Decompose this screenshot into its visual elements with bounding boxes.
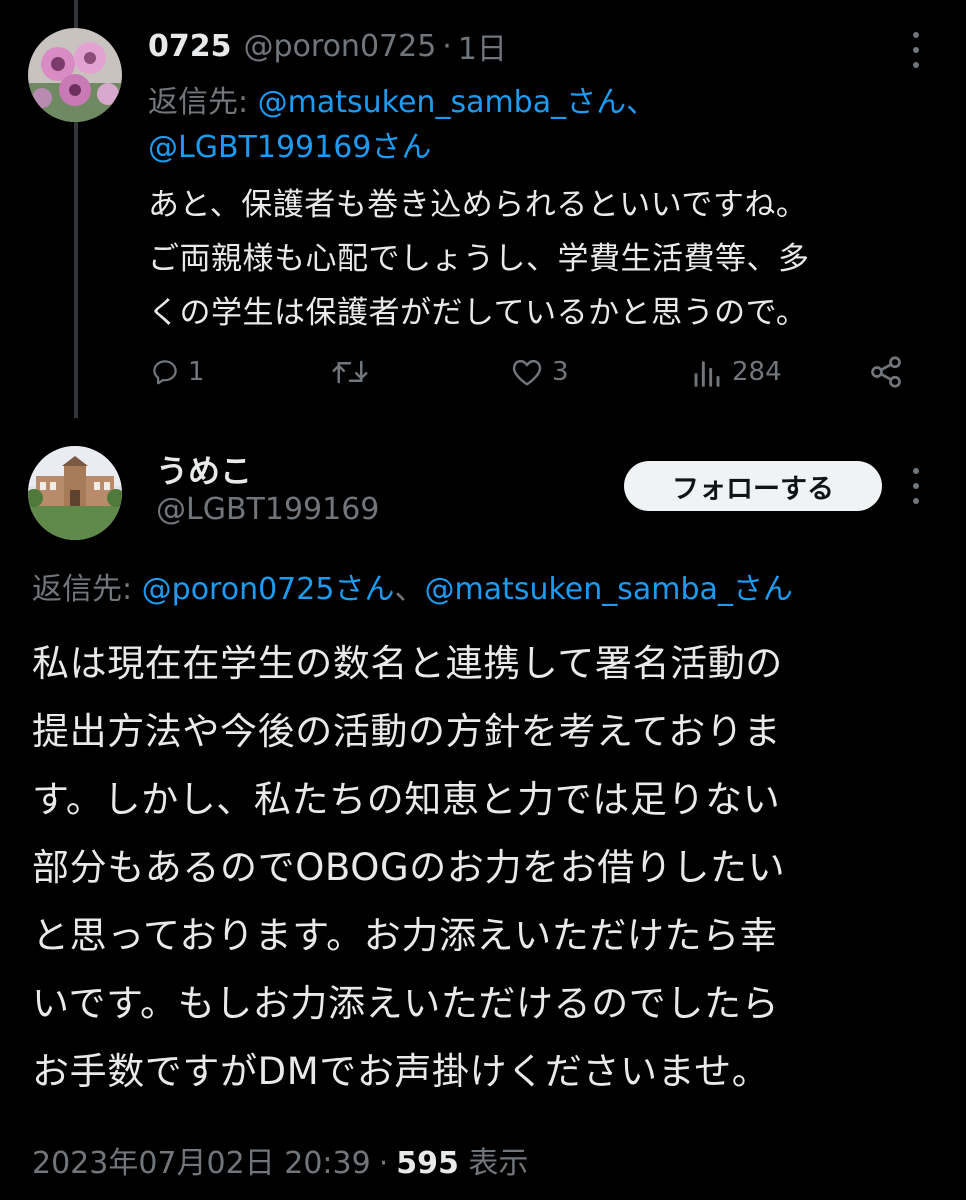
reply-count: 1 (188, 357, 205, 387)
tweet-text-line: と思っております。お力添えいただけたら幸 (32, 914, 778, 957)
reply-to-line: 返信先: @matsuken_samba_さん、 @LGBT199169さん (148, 80, 908, 170)
separator-dot: · (442, 28, 452, 64)
mention-separator: 、 (394, 572, 425, 607)
display-name[interactable]: 0725 (148, 29, 232, 64)
tweet-text-line: 提出方法や今後の活動の方針を考えておりま (32, 710, 782, 753)
more-icon[interactable] (912, 468, 920, 504)
building-avatar-image (28, 446, 122, 540)
tweet-text: あと、保護者も巻き込められるといいですね。 ご両親様も心配でしょうし、学費生活費… (148, 178, 948, 340)
tweet-meta: 2023年07月02日 20:39 · 595 表示 (32, 1138, 528, 1182)
tweet-text-line: ご両親様も心配でしょうし、学費生活費等、多 (148, 241, 810, 277)
tweet-timestamp[interactable]: 2023年07月02日 20:39 (32, 1146, 371, 1181)
reply-button[interactable]: 1 (150, 352, 205, 392)
separator-dot: · (378, 1146, 389, 1181)
retweet-button[interactable] (330, 352, 378, 392)
tweet-text-line: あと、保護者も巻き込められるといいですね。 (148, 187, 808, 223)
reply-to-prefix: 返信先: (148, 85, 258, 120)
mention-link[interactable]: @matsuken_samba_さん (424, 572, 792, 607)
like-count: 3 (552, 357, 569, 387)
tweet-text: 私は現在在学生の数名と連携して署名活動の 提出方法や今後の活動の方針を考えており… (32, 630, 952, 1106)
user-handle[interactable]: @LGBT199169 (156, 492, 379, 527)
tweet-text-line: いです。もしお力添えいただけるのでしたら (32, 982, 780, 1025)
views-count: 595 (396, 1146, 459, 1181)
view-count: 284 (732, 357, 782, 387)
tweet-text-line: お手数ですがDMでお声掛けくださいませ。 (32, 1050, 770, 1093)
tweet-text-line: くの学生は保護者がだしているかと思うので。 (148, 295, 808, 331)
tweet-text-line: 部分もあるのでOBOGのお力をお借りしたい (32, 846, 786, 889)
avatar[interactable] (28, 446, 122, 540)
follow-button[interactable]: フォローする (624, 461, 882, 511)
avatar[interactable] (28, 28, 122, 122)
reply-to-prefix: 返信先: (32, 572, 142, 607)
retweet-icon (332, 360, 368, 384)
share-button[interactable] (868, 352, 904, 392)
tweet-text-line: す。しかし、私たちの知恵と力では足りない (32, 778, 781, 821)
tweet-text-line: 私は現在在学生の数名と連携して署名活動の (32, 642, 783, 685)
display-name[interactable]: うめこ (156, 446, 252, 492)
tweet-time[interactable]: 1日 (458, 24, 507, 68)
mention-link[interactable]: @LGBT199169さん (148, 130, 431, 165)
views-button[interactable]: 284 (692, 352, 782, 392)
reply-icon (153, 360, 177, 385)
flower-avatar-image (28, 28, 122, 122)
more-icon[interactable] (912, 32, 920, 68)
mention-link[interactable]: @poron0725さん (142, 572, 395, 607)
views-icon (694, 361, 720, 387)
like-button[interactable]: 3 (510, 352, 569, 392)
reply-to-line: 返信先: @poron0725さん、@matsuken_samba_さん (32, 564, 793, 608)
share-icon (871, 356, 901, 388)
heart-icon (512, 359, 542, 386)
tweet-header: 0725 @poron0725 · 1日 (148, 24, 507, 68)
user-handle[interactable]: @poron0725 (244, 29, 437, 64)
views-label: 表示 (468, 1146, 529, 1181)
mention-link[interactable]: @matsuken_samba_さん、 (258, 85, 656, 120)
